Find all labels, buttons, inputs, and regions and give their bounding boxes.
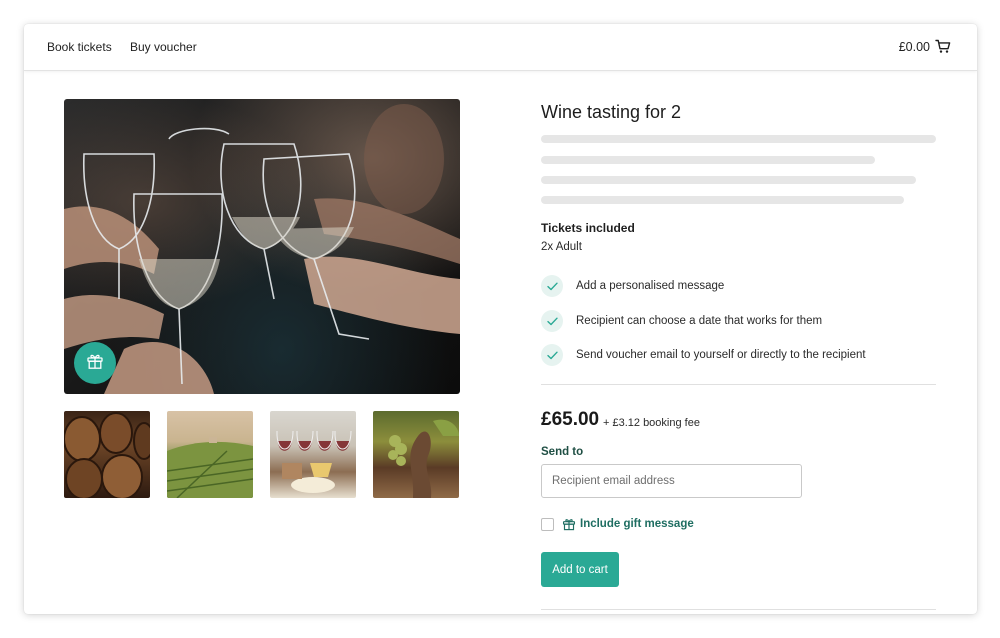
gift-icon [86, 352, 104, 375]
thumbnail-wine-and-cheese[interactable] [270, 411, 356, 498]
check-icon [541, 275, 563, 297]
add-to-cart-button[interactable]: Add to cart [541, 552, 619, 587]
nav-book-tickets[interactable]: Book tickets [47, 40, 112, 54]
thumbnail-vineyard[interactable] [167, 411, 253, 498]
send-to-label: Send to [541, 446, 584, 458]
feature-text: Send voucher email to yourself or direct… [576, 349, 866, 361]
product-title: Wine tasting for 2 [541, 102, 682, 122]
section-divider [541, 384, 936, 385]
check-icon [541, 310, 563, 332]
feature-text: Recipient can choose a date that works f… [576, 315, 823, 327]
cart-button[interactable]: £0.00 [899, 39, 951, 54]
product-price: £65.00 [541, 409, 600, 430]
feature-text: Add a personalised message [576, 280, 725, 292]
feature-item: Recipient can choose a date that works f… [541, 310, 822, 332]
gift-icon [562, 517, 576, 531]
top-navigation: Book tickets Buy voucher £0.00 [24, 24, 977, 71]
feature-item: Add a personalised message [541, 275, 724, 297]
check-icon [541, 344, 563, 366]
tickets-included-value: 2x Adult [541, 241, 582, 253]
description-placeholder-line [541, 135, 936, 143]
gift-message-checkbox[interactable] [541, 517, 554, 531]
cart-total: £0.00 [898, 39, 930, 54]
thumbnail-strip [64, 411, 460, 498]
description-placeholder-line [541, 176, 916, 184]
product-main-image [64, 99, 460, 394]
feature-item: Send voucher email to yourself or direct… [541, 344, 866, 366]
nav-buy-voucher[interactable]: Buy voucher [130, 40, 197, 54]
gift-message-label: Include gift message [580, 518, 694, 530]
gift-message-option[interactable]: Include gift message [541, 517, 694, 531]
description-placeholder-line [541, 156, 875, 164]
gift-badge[interactable] [74, 342, 116, 384]
thumbnail-grapevine[interactable] [373, 411, 459, 498]
cart-icon [935, 39, 951, 54]
booking-fee: + £3.12 booking fee [603, 417, 700, 429]
product-card: Book tickets Buy voucher £0.00 Wine tast… [24, 24, 977, 614]
thumbnail-wine-barrels[interactable] [64, 411, 150, 498]
tickets-included-heading: Tickets included [541, 221, 635, 235]
description-placeholder-line [541, 196, 904, 204]
recipient-email-input[interactable] [541, 464, 802, 498]
bottom-divider [541, 609, 936, 610]
